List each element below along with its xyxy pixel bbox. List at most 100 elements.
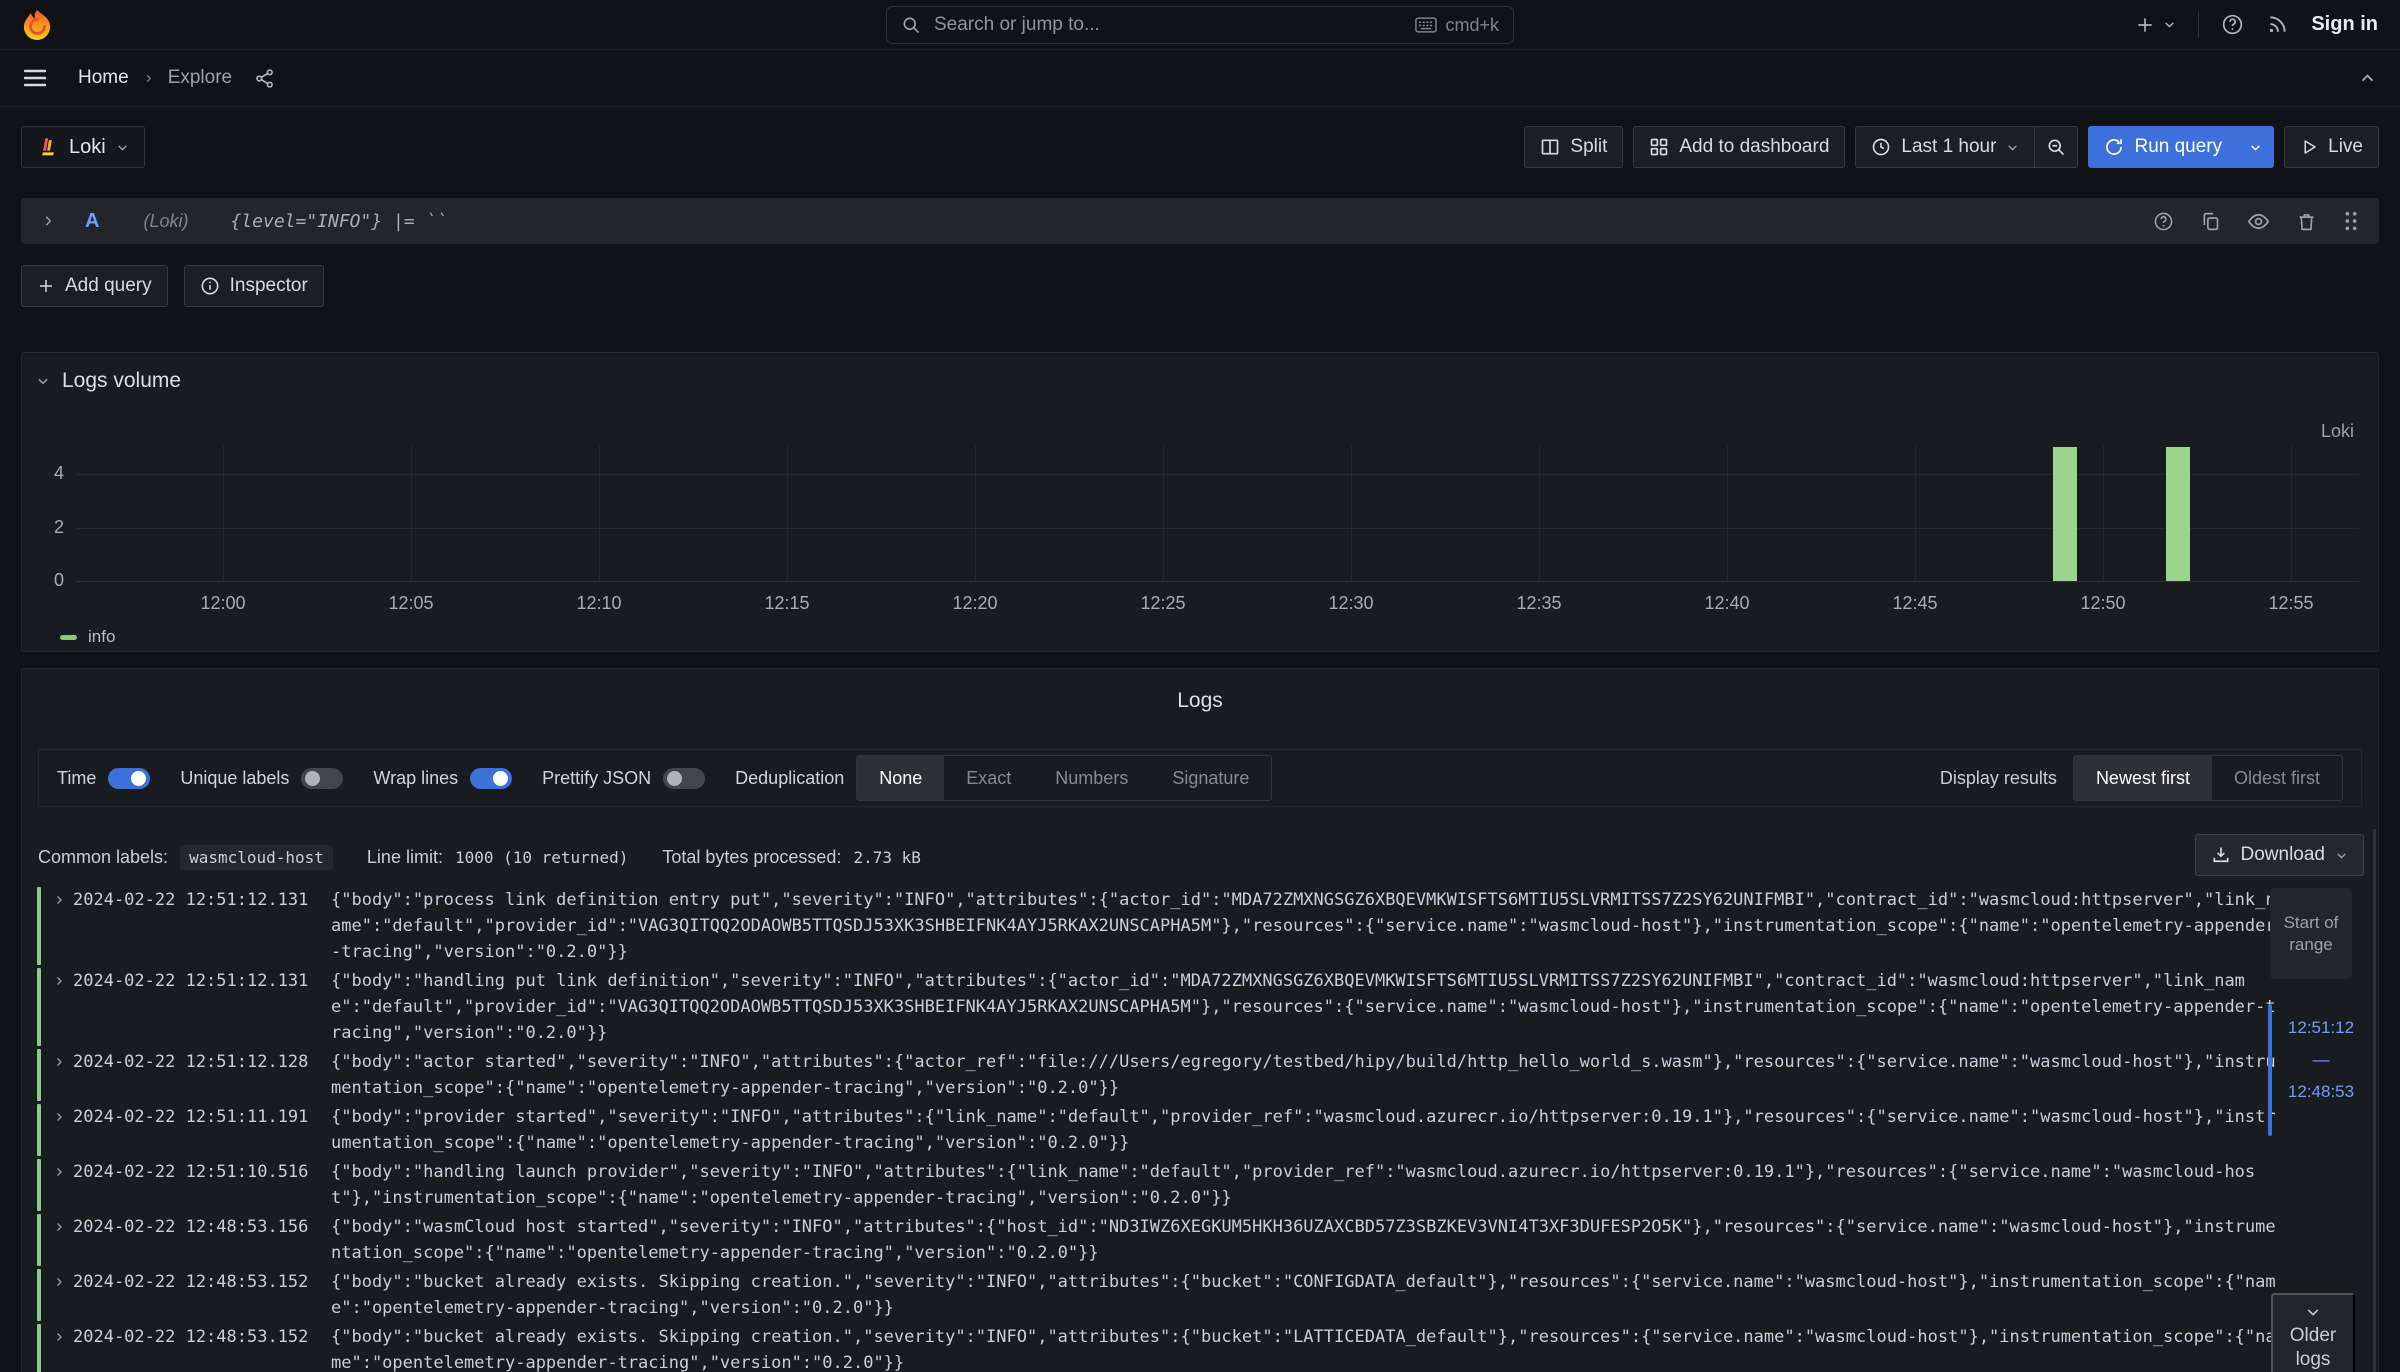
- range-dash: —: [2313, 1050, 2330, 1070]
- older-logs-button[interactable]: Older logs: [2271, 1293, 2355, 1372]
- live-label: Live: [2328, 136, 2363, 158]
- dedup-numbers[interactable]: Numbers: [1033, 756, 1150, 800]
- split-button[interactable]: Split: [1524, 126, 1623, 168]
- log-row[interactable]: 2024-02-22 12:48:53.156{"body":"wasmClou…: [37, 1214, 2282, 1266]
- log-level-strip: [37, 1049, 41, 1101]
- expand-log-icon[interactable]: [53, 1166, 65, 1211]
- log-row[interactable]: 2024-02-22 12:51:11.191{"body":"provider…: [37, 1104, 2282, 1156]
- share-icon[interactable]: [254, 68, 275, 89]
- sign-in-button[interactable]: Sign in: [2311, 13, 2378, 36]
- volume-bar[interactable]: [2053, 447, 2077, 581]
- order-newest-first[interactable]: Newest first: [2074, 756, 2212, 800]
- live-button[interactable]: Live: [2284, 126, 2379, 168]
- breadcrumb-home[interactable]: Home: [78, 67, 129, 89]
- chevron-up-icon[interactable]: [2359, 70, 2376, 87]
- help-icon[interactable]: [2221, 13, 2244, 36]
- inspector-button[interactable]: Inspector: [184, 265, 324, 307]
- y-axis-tick: 0: [22, 570, 64, 591]
- datasource-picker[interactable]: Loki: [21, 126, 145, 168]
- query-expression[interactable]: {level="INFO"} |= ``: [230, 211, 447, 232]
- x-axis-tick: 12:40: [1704, 593, 1749, 614]
- x-axis-tick: 12:20: [952, 593, 997, 614]
- x-axis-tick: 12:35: [1516, 593, 1561, 614]
- expand-log-icon[interactable]: [53, 1056, 65, 1101]
- log-row[interactable]: 2024-02-22 12:51:10.516{"body":"handling…: [37, 1159, 2282, 1211]
- dedup-exact[interactable]: Exact: [944, 756, 1033, 800]
- order-oldest-first[interactable]: Oldest first: [2212, 756, 2342, 800]
- expand-query-icon[interactable]: [41, 214, 55, 228]
- expand-log-icon[interactable]: [53, 894, 65, 965]
- add-query-label: Add query: [65, 275, 152, 297]
- plus-icon: [2135, 15, 2155, 35]
- expand-log-icon[interactable]: [53, 1221, 65, 1266]
- range-bar: [2268, 1004, 2272, 1136]
- time-range-picker[interactable]: Last 1 hour: [1855, 126, 2035, 168]
- logs-volume-header[interactable]: Logs volume: [36, 369, 181, 393]
- common-labels-value: wasmcloud-host: [180, 845, 333, 870]
- gridline: [2103, 446, 2104, 581]
- copy-query-icon[interactable]: [2200, 211, 2221, 232]
- chevron-down-icon: [2163, 18, 2176, 31]
- log-timestamp: 2024-02-22 12:51:12.131: [73, 968, 309, 1046]
- add-to-dashboard-button[interactable]: Add to dashboard: [1633, 126, 1845, 168]
- add-query-button[interactable]: Add query: [21, 265, 168, 307]
- toggle-knob: [667, 771, 682, 786]
- query-help-icon[interactable]: [2153, 211, 2174, 232]
- x-axis-tick: 12:30: [1328, 593, 1373, 614]
- info-circle-icon: [200, 276, 220, 296]
- gridline: [1351, 446, 1352, 581]
- zoom-out-time-button[interactable]: [2035, 126, 2078, 168]
- dedup-signature[interactable]: Signature: [1150, 756, 1271, 800]
- toggle-knob: [305, 771, 320, 786]
- log-row[interactable]: 2024-02-22 12:51:12.131{"body":"handling…: [37, 968, 2282, 1046]
- query-actions: Add query Inspector: [21, 265, 324, 307]
- download-label: Download: [2241, 844, 2326, 866]
- add-to-dashboard-label: Add to dashboard: [1679, 136, 1829, 158]
- dedup-none[interactable]: None: [857, 756, 944, 800]
- expand-log-icon[interactable]: [53, 975, 65, 1046]
- toggle-time[interactable]: [108, 768, 150, 789]
- keyboard-icon: [1415, 16, 1437, 34]
- delete-query-icon[interactable]: [2296, 211, 2317, 232]
- search-input[interactable]: [932, 13, 1404, 37]
- expand-log-icon[interactable]: [53, 1331, 65, 1372]
- start-of-range-button[interactable]: Start of range: [2270, 888, 2352, 979]
- chart-legend[interactable]: info: [60, 627, 115, 647]
- expand-log-icon[interactable]: [53, 1276, 65, 1321]
- run-query-dropdown[interactable]: [2238, 126, 2274, 168]
- dedup-options: NoneExactNumbersSignature: [856, 755, 1272, 801]
- log-row[interactable]: 2024-02-22 12:48:53.152{"body":"bucket a…: [37, 1324, 2282, 1372]
- toggle-prettify-json[interactable]: [663, 768, 705, 789]
- line-limit-label: Line limit:: [367, 847, 443, 868]
- logs-scrollbar[interactable]: [2373, 829, 2376, 1372]
- grafana-logo[interactable]: [22, 9, 52, 41]
- gridline: [1539, 446, 1540, 581]
- y-axis-tick: 4: [22, 463, 64, 484]
- toggle-unique-labels[interactable]: [301, 768, 343, 789]
- log-row[interactable]: 2024-02-22 12:51:12.131{"body":"process …: [37, 887, 2282, 965]
- log-row[interactable]: 2024-02-22 12:48:53.152{"body":"bucket a…: [37, 1269, 2282, 1321]
- toggle-visibility-icon[interactable]: [2247, 210, 2270, 233]
- menu-icon[interactable]: [24, 69, 46, 87]
- log-level-strip: [37, 968, 41, 1046]
- expand-log-icon[interactable]: [53, 1111, 65, 1156]
- log-row[interactable]: 2024-02-22 12:51:12.128{"body":"actor st…: [37, 1049, 2282, 1101]
- toggle-wrap-lines[interactable]: [470, 768, 512, 789]
- top-actions: Sign in: [2135, 12, 2378, 38]
- range-times: 12:51:12 — 12:48:53: [2284, 1018, 2358, 1136]
- new-menu-button[interactable]: [2135, 15, 2176, 35]
- explore-toolbar: Loki Split Add to dashboard: [21, 107, 2379, 187]
- gridline: [1915, 446, 1916, 581]
- log-timestamp: 2024-02-22 12:51:12.128: [73, 1049, 309, 1101]
- chevron-down-icon: [2305, 1304, 2321, 1320]
- log-level-strip: [37, 1104, 41, 1156]
- run-query-button[interactable]: Run query: [2088, 126, 2238, 168]
- news-icon[interactable]: [2266, 13, 2289, 36]
- global-search[interactable]: cmd+k: [886, 6, 1514, 44]
- breadcrumb-current[interactable]: Explore: [168, 67, 232, 89]
- log-toggles: TimeUnique labelsWrap linesPrettify JSON: [57, 768, 735, 789]
- download-button[interactable]: Download: [2195, 834, 2365, 876]
- drag-handle-icon[interactable]: [2343, 211, 2359, 231]
- gridline: [2291, 446, 2292, 581]
- volume-bar[interactable]: [2166, 447, 2190, 581]
